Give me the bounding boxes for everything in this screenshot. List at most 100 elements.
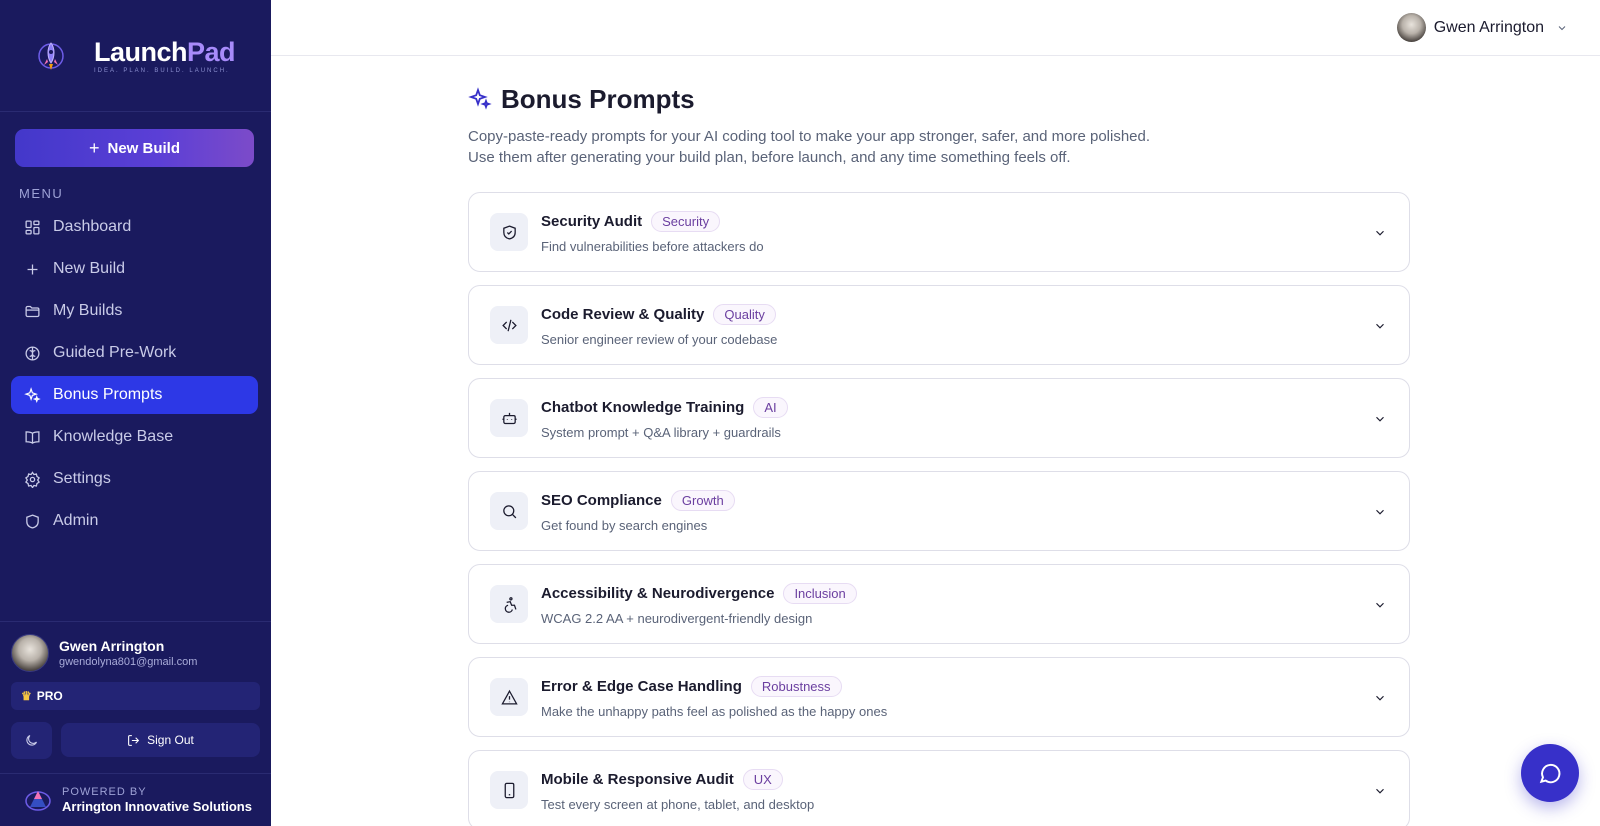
sidebar-item-settings[interactable]: Settings [11, 460, 258, 498]
brand-name-part1: Launch [94, 37, 188, 67]
prompt-title: Chatbot Knowledge Training [541, 398, 745, 416]
sidebar-item-label: Dashboard [53, 218, 132, 235]
new-build-button-label: New Build [107, 139, 181, 157]
search-icon [502, 504, 516, 518]
bot-icon [501, 412, 517, 424]
prompt-subtitle: System prompt + Q&A library + guardrails [541, 424, 781, 440]
dashboard-icon [25, 219, 40, 235]
sidebar-item-bonus-prompts[interactable]: Bonus Prompts [11, 376, 258, 414]
prompt-subtitle: Test every screen at phone, tablet, and … [541, 796, 815, 812]
prompt-tag: Growth [670, 489, 735, 511]
prompt-card-security-audit[interactable]: Security Audit Security Find vulnerabilit… [468, 192, 1410, 272]
sidebar-item-my-builds[interactable]: My Builds [11, 292, 258, 330]
prompt-subtitle: Get found by search engines [541, 517, 708, 533]
brand[interactable]: LaunchPad IDEA. PLAN. BUILD. LAUNCH. [0, 0, 271, 112]
shield-check-icon [502, 224, 516, 240]
prompt-card-chatbot-training[interactable]: Chatbot Knowledge Training AI System prom… [468, 378, 1410, 458]
prompt-title: SEO Compliance [541, 491, 662, 509]
prompt-list: Security Audit Security Find vulnerabilit… [468, 192, 1410, 826]
sidebar-item-dashboard[interactable]: Dashboard [11, 208, 258, 246]
main-content: Bonus Prompts Copy-paste-ready prompts f… [468, 80, 1410, 826]
sidebar-item-label: New Build [53, 260, 126, 277]
sidebar-item-label: Admin [53, 512, 99, 529]
folder-icon [25, 305, 40, 317]
chat-bubble-icon [1539, 763, 1561, 784]
topbar-user-name: Gwen Arrington [1433, 18, 1544, 36]
topbar: Gwen Arrington [271, 0, 1600, 56]
chevron-down-icon[interactable] [1373, 226, 1387, 240]
powered-by-label: POWERED BY [62, 786, 147, 798]
prompt-card-code-review[interactable]: Code Review & Quality Quality Senior engi… [468, 285, 1410, 365]
sidebar-item-label: Settings [53, 470, 111, 487]
new-build-button[interactable]: + New Build [15, 129, 254, 167]
sign-out-button[interactable]: Sign Out [61, 723, 260, 757]
menu-section-label: MENU [19, 186, 64, 201]
chevron-down-icon[interactable] [1373, 691, 1387, 705]
sign-out-icon [128, 734, 140, 746]
prompt-tag: Security [651, 210, 721, 232]
sidebar-item-new-build[interactable]: New Build [11, 250, 258, 288]
sidebar-item-label: My Builds [53, 302, 123, 319]
sidebar-item-guided-pre-work[interactable]: Guided Pre-Work [11, 334, 258, 372]
crown-icon: ♛ [21, 689, 32, 703]
brain-icon [25, 345, 40, 361]
sidebar-item-label: Knowledge Base [53, 428, 174, 445]
sidebar: LaunchPad IDEA. PLAN. BUILD. LAUNCH. + N… [0, 0, 271, 826]
user-email: gwendolyna801@gmail.com [59, 656, 198, 668]
prompt-subtitle: Find vulnerabilities before attackers do [541, 238, 764, 254]
avatar [11, 634, 49, 672]
brand-name: LaunchPad [94, 37, 236, 68]
page-title: Bonus Prompts [501, 83, 695, 114]
prompt-tag: Quality [713, 303, 776, 325]
user-profile[interactable]: Gwen Arrington gwendolyna801@gmail.com [11, 634, 260, 672]
sidebar-user-block: Gwen Arrington gwendolyna801@gmail.com ♛… [0, 621, 271, 759]
chevron-down-icon[interactable] [1373, 505, 1387, 519]
prompt-card-seo-compliance[interactable]: SEO Compliance Growth Get found by search… [468, 471, 1410, 551]
prompt-tag: Inclusion [783, 582, 857, 604]
prompt-tag: AI [753, 396, 788, 418]
code-icon [501, 319, 517, 331]
prompt-title: Error & Edge Case Handling [541, 677, 742, 695]
moon-icon [26, 734, 38, 746]
chevron-down-icon[interactable] [1373, 784, 1387, 798]
gear-icon [25, 470, 40, 488]
account-menu[interactable]: Gwen Arrington [1396, 13, 1568, 42]
warning-icon [500, 689, 518, 705]
prompt-title: Accessibility & Neurodivergence [541, 584, 775, 602]
prompt-title: Code Review & Quality [541, 305, 705, 323]
sidebar-item-knowledge-base[interactable]: Knowledge Base [11, 418, 258, 456]
sparkles-icon [24, 386, 41, 403]
shield-icon [26, 513, 39, 529]
prompt-subtitle: WCAG 2.2 AA + neurodivergent-friendly de… [541, 610, 813, 626]
chevron-down-icon[interactable] [1373, 319, 1387, 333]
prompt-title: Security Audit [541, 212, 643, 230]
prompt-card-mobile-audit[interactable]: Mobile & Responsive Audit UX Test every s… [468, 750, 1410, 826]
chat-button[interactable] [1521, 744, 1579, 802]
sidebar-nav: Dashboard New Build My Builds Guided Pre… [11, 208, 258, 544]
powered-by-name: Arrington Innovative Solutions [62, 799, 252, 814]
sparkles-icon [468, 87, 492, 110]
smartphone-icon [504, 782, 514, 798]
page-description: Copy-paste-ready prompts for your AI cod… [468, 128, 1151, 166]
prompt-title: Mobile & Responsive Audit [541, 770, 734, 788]
plus-icon [27, 264, 38, 274]
brand-tagline: IDEA. PLAN. BUILD. LAUNCH. [94, 68, 230, 74]
prompt-card-error-handling[interactable]: Error & Edge Case Handling Robustness Mak… [468, 657, 1410, 737]
prompt-tag: Robustness [750, 675, 842, 697]
sidebar-item-label: Bonus Prompts [53, 386, 163, 403]
sidebar-item-admin[interactable]: Admin [11, 502, 258, 540]
accessibility-icon [504, 596, 516, 613]
sidebar-item-label: Guided Pre-Work [53, 344, 177, 361]
plan-badge-label: PRO [36, 689, 63, 703]
chevron-down-icon [1558, 25, 1566, 30]
prompt-subtitle: Senior engineer review of your codebase [541, 331, 778, 347]
chevron-down-icon[interactable] [1373, 412, 1387, 426]
theme-toggle-button[interactable] [11, 722, 52, 759]
prompt-subtitle: Make the unhappy paths feel as polished … [541, 703, 888, 719]
brand-name-part2: Pad [187, 37, 236, 67]
avatar [1396, 13, 1426, 42]
user-name: Gwen Arrington [59, 638, 165, 654]
chevron-down-icon[interactable] [1373, 598, 1387, 612]
prompt-card-accessibility[interactable]: Accessibility & Neurodivergence Inclusion… [468, 564, 1410, 644]
prompt-tag: UX [742, 768, 783, 790]
